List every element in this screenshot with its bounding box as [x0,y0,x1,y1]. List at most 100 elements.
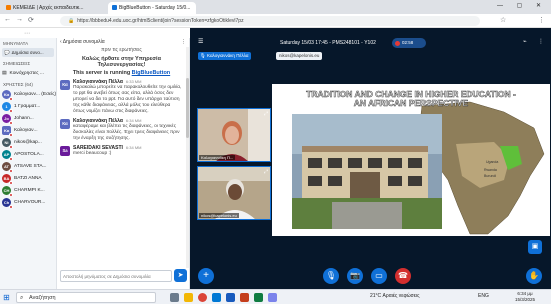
avatar: Κα [60,80,70,90]
minimize-presentation-button[interactable]: ▣ [528,240,542,254]
extensions-icon[interactable]: ☆ [500,16,506,24]
address-bar[interactable]: 🔒 https://bbbedu4.edu.uoc.gr/html5client/… [60,16,480,26]
message-text: Παρακαλώ μπορείτε να παρακολουθείτε την … [73,85,182,114]
user-list-item[interactable]: Ch CHARVOUR... [0,196,56,208]
muted-mic-icon [9,144,13,148]
microphone-icon: 🎙 [200,53,206,58]
clock-date: 15/3/2025 [515,297,536,302]
presentation-slide[interactable]: TRADITION AND CHANGE IN HIGHER EDUCATION… [272,84,550,236]
user-list-item[interactable]: Ni nikos@kap... [0,136,56,148]
avatar: Ni [2,137,13,148]
user-list-item[interactable]: CH CHARMPI K... [0,184,56,196]
user-list-item[interactable]: Κα Καλογιανν... (Εσείς) [0,88,56,100]
chat-title: Δημόσια συνομιλία [62,39,105,45]
leave-audio-button[interactable]: ☎ [395,268,411,284]
actions-button[interactable]: + [198,268,214,284]
chat-message-input[interactable] [60,270,172,282]
speaker-email: nikos@kapelonis.eu [279,53,320,58]
record-dot-icon [395,40,400,46]
chat-scrollbar-thumb[interactable] [186,78,189,138]
screen-share-icon: ▭ [375,271,383,280]
avatar: CH [2,185,13,196]
send-icon: ➤ [177,272,184,279]
browser-tab-bbb[interactable]: BigBlueButton - Saturday 15/0... [108,2,196,14]
camera-button[interactable]: 📷 [347,268,363,284]
word-icon[interactable] [226,293,235,302]
talking-indicator[interactable]: 🎙 Καλογιαννάκη Πέλλα [198,52,252,60]
browser-tab-moodle[interactable]: ΚΕΜΕΙΔΕ | Αρχές εκπαιδευτικ... [2,2,106,14]
toggle-userlist-icon[interactable]: ☰ [198,38,203,45]
muted-mic-icon [9,96,13,100]
edge-icon[interactable] [212,293,221,302]
webcam-label: Καλογιαννάκη Π... [199,155,236,160]
public-chat-entry[interactable]: 💬 Δημόσια συνο... [2,48,54,57]
user-list-item[interactable]: AT ATSAVE STA... [0,160,56,172]
raise-hand-icon: ✋ [529,271,539,280]
presentation-stage: ☰ Saturday 15/03 17:45 - PMS248101 - Υ10… [190,28,551,289]
public-chat-panel: ‹ Δημόσια συνομιλία ⋮ πριν τις ερωτήσεις… [57,38,190,289]
taskbar-search[interactable]: ⌕ Αναζήτηση [16,292,156,303]
chat-options-icon[interactable]: ⋮ [181,38,186,47]
map-label-rwanda: Rwanda [484,168,497,172]
chat-back-icon[interactable]: ‹ [60,39,62,45]
powerpoint-icon[interactable] [240,293,249,302]
webcam-tile[interactable]: Καλογιαννάκη Π... ⤢ [197,108,271,162]
more-options-icon[interactable]: ⋯ [24,30,30,37]
muted-mic-icon [9,168,13,172]
recording-indicator[interactable]: 02:58 [392,38,426,48]
avatar: BA [2,173,13,184]
user-list-item[interactable]: AP APOSTOLA... [0,148,56,160]
windows-start-icon[interactable]: ⊞ [3,293,10,302]
shared-notes-entry[interactable]: ▤ Κοινόχρηστες ... [0,67,56,79]
map-label-burundi: Burundi [484,174,497,178]
back-arrow-icon[interactable]: ← [4,16,11,23]
microphone-icon: 🎙 [325,271,337,280]
user-list-item[interactable]: BA BATZI ANNA [0,172,56,184]
webcam-tile[interactable]: nikos@kapelonis.eu ⤢ [197,166,271,220]
slide-title: TRADITION AND CHANGE IN HIGHER EDUCATION… [306,89,516,108]
language-indicator[interactable]: ENG [478,293,489,299]
mute-button[interactable]: 🎙 [323,268,339,284]
user-list-item[interactable]: Jo Johann... [0,112,56,124]
options-menu-icon[interactable]: ⋮ [538,38,544,45]
reload-icon[interactable]: ⟳ [28,16,34,24]
forward-arrow-icon[interactable]: → [16,16,23,23]
avatar: Jo [2,113,13,124]
tab-label: BigBlueButton - Saturday 15/0... [119,5,191,11]
avatar: Κα [60,119,70,129]
expand-icon[interactable]: ⤢ [264,169,268,175]
connection-status-icon[interactable]: ⌁ [523,38,527,45]
browser-tab-strip: ΚΕΜΕΙΔΕ | Αρχές εκπαιδευτικ... BigBlueBu… [0,0,551,14]
chat-header: ‹ Δημόσια συνομιλία ⋮ [57,38,189,47]
excel-icon[interactable] [254,293,263,302]
avatar: Sa [60,146,70,156]
window-controls[interactable]: — ▢ ✕ [497,2,547,9]
server-text: This server is running [72,70,131,76]
meeting-top-bar: ☰ Saturday 15/03 17:45 - PMS248101 - Υ10… [190,38,551,62]
user-name: Καλογιαν... [14,127,38,133]
tab-label: ΚΕΜΕΙΔΕ | Αρχές εκπαιδευτικ... [13,5,84,11]
user-name: ATSAVE STA... [14,163,47,169]
file-explorer-icon[interactable] [184,293,193,302]
reactions-button[interactable]: ✋ [526,268,542,284]
system-clock[interactable]: 6:34 μμ 15/3/2025 [515,291,535,303]
screen-share-button[interactable]: ▭ [371,268,387,284]
muted-mic-icon [9,204,13,208]
users-section-label: ΧΡΗΣΤΕΣ (64) [3,82,33,87]
bbb-link[interactable]: BigBlueButton [132,70,171,76]
user-name: Καλογιανν... (Εσείς) [14,91,56,97]
teams-icon[interactable] [268,293,277,302]
user-list-item[interactable]: 11 Γραμματ... [0,100,56,112]
expand-icon[interactable]: ⤢ [264,111,268,117]
search-icon: ⌕ [20,295,24,301]
send-message-button[interactable]: ➤ [174,269,187,282]
talking-indicator-email[interactable]: nikos@kapelonis.eu [276,52,323,60]
browser-menu-icon[interactable]: ⋮ [538,16,545,24]
task-view-icon[interactable] [170,293,179,302]
notes-section-label: ΣΗΜΕΙΩΣΕΙΣ [3,61,31,66]
user-name: BATZI ANNA [14,175,42,181]
weather-widget[interactable]: 21°C Αραιές νεφώσεις [370,293,419,299]
user-list-item[interactable]: Ka Καλογιαν... [0,124,56,136]
user-name: Johann... [14,115,34,121]
chrome-icon[interactable] [198,293,207,302]
